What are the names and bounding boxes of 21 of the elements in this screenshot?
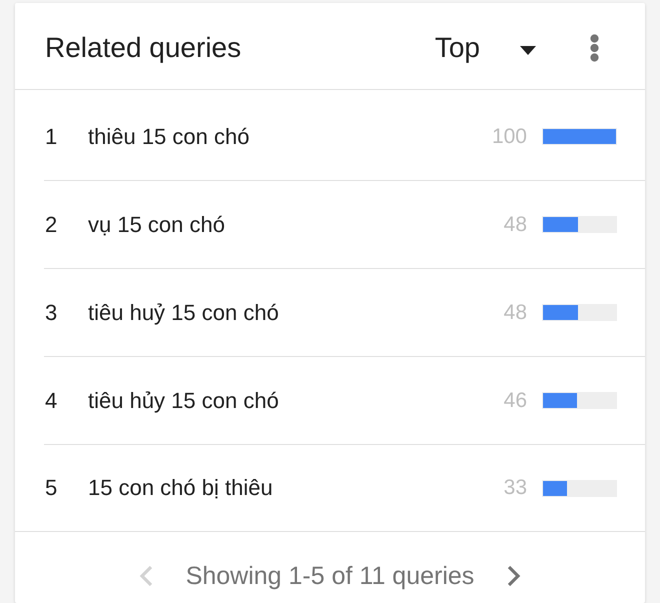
interest-value: 46 [504, 388, 527, 412]
card-title: Related queries [45, 32, 242, 64]
query-link[interactable]: tiêu huỷ 15 con chó [88, 300, 504, 326]
query-link[interactable]: 15 con chó bị thiêu [88, 475, 504, 501]
interest-value: 48 [504, 300, 527, 324]
interest-value: 33 [504, 476, 527, 500]
filter-dropdown[interactable]: Top [434, 32, 536, 64]
query-link[interactable]: vụ 15 con chó [88, 212, 504, 238]
query-link[interactable]: tiêu hủy 15 con chó [88, 388, 504, 414]
pagination-text: Showing 1-5 of 11 queries [186, 560, 474, 590]
caret-down-icon [520, 46, 536, 54]
more-options-icon[interactable] [590, 34, 599, 62]
interest-value: 100 [492, 124, 527, 148]
rank-number: 5 [45, 475, 58, 501]
chevron-right-icon[interactable] [507, 564, 522, 586]
rank-number: 1 [45, 124, 58, 150]
query-link[interactable]: thiêu 15 con chó [88, 124, 492, 150]
rank-number: 4 [45, 388, 58, 414]
rank-number: 2 [45, 212, 58, 238]
rank-number: 3 [45, 300, 58, 326]
interest-value: 48 [504, 212, 527, 236]
